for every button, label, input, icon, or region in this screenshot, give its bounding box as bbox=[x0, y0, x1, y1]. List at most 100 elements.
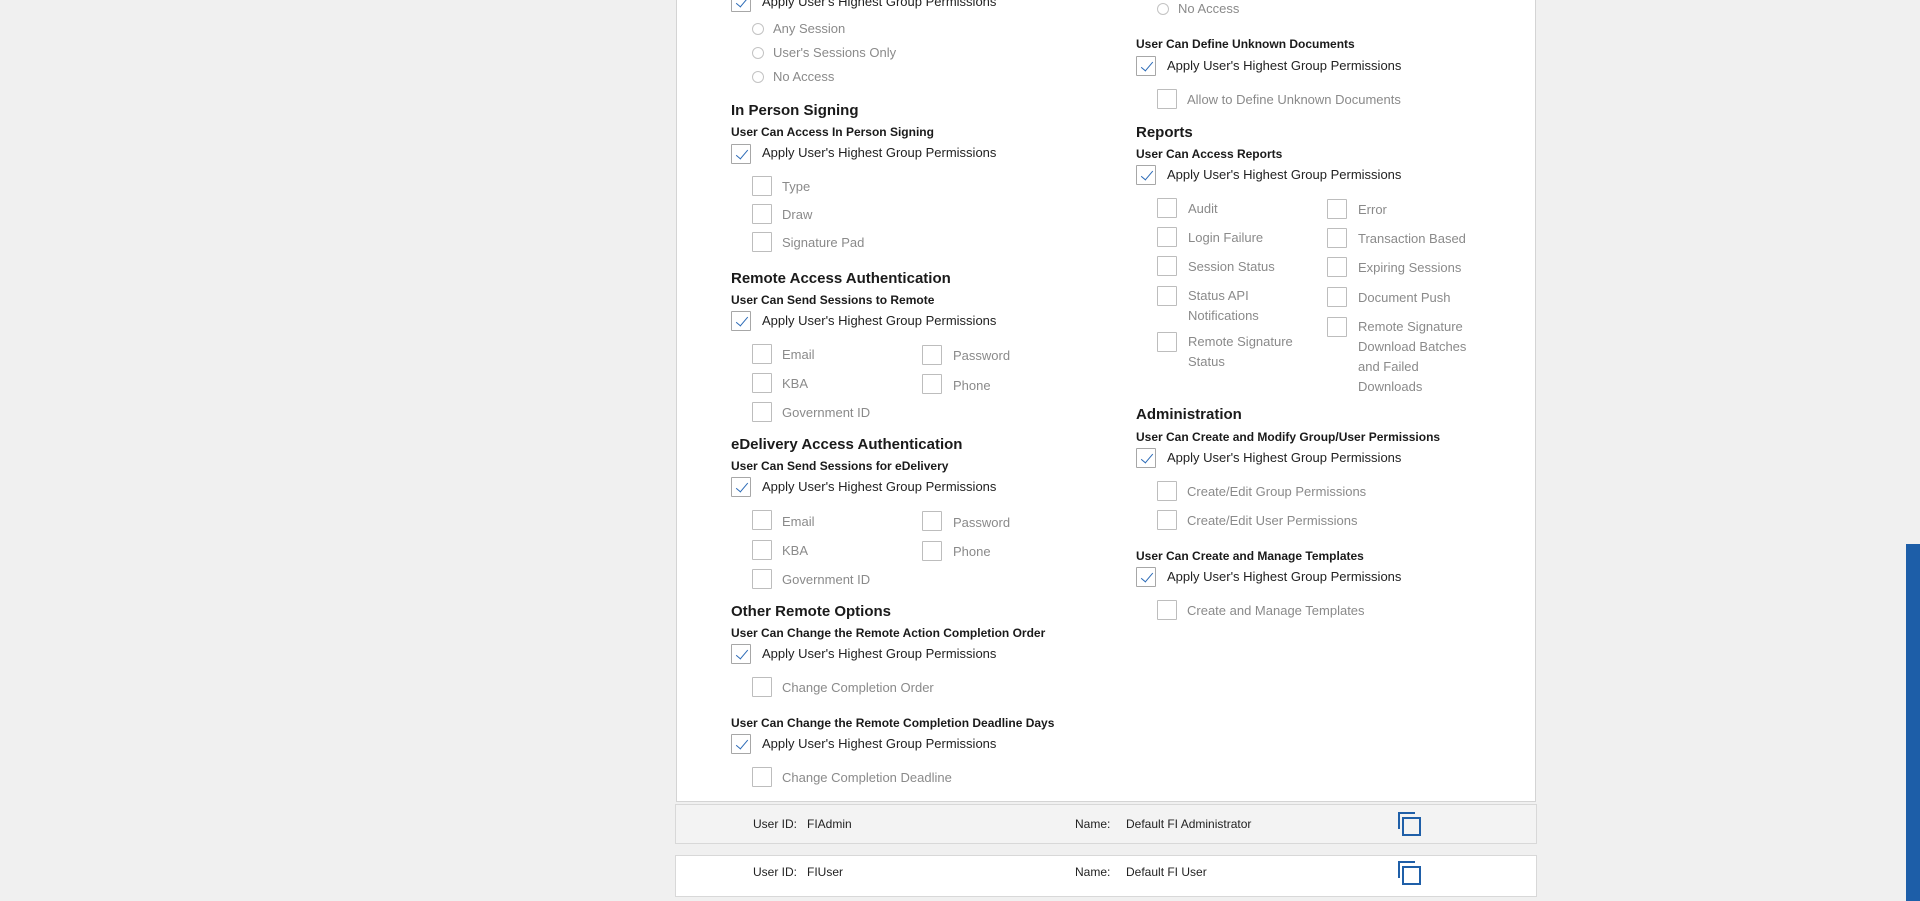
apply-highest-label-completion-deadline: Apply User's Highest Group Permissions bbox=[762, 736, 997, 751]
checkbox-change-completion-order[interactable] bbox=[752, 677, 772, 697]
subtitle-completion-order: User Can Change the Remote Action Comple… bbox=[731, 626, 1046, 640]
apply-highest-label-reports: Apply User's Highest Group Permissions bbox=[1167, 167, 1402, 182]
user-name-label: Name: bbox=[1075, 817, 1111, 831]
checkbox-create-edit-group[interactable] bbox=[1157, 481, 1177, 501]
checkbox-report-status-api[interactable] bbox=[1157, 286, 1177, 306]
apply-highest-checkbox-top[interactable] bbox=[731, 0, 751, 12]
radio-any-session[interactable] bbox=[752, 23, 764, 35]
apply-highest-checkbox-templates[interactable] bbox=[1136, 567, 1156, 587]
label-report-login-failure: Login Failure bbox=[1188, 230, 1264, 245]
apply-highest-checkbox-completion-order[interactable] bbox=[731, 644, 751, 664]
subtitle-in-person-signing: User Can Access In Person Signing bbox=[731, 125, 934, 139]
user-name-label: Name: bbox=[1075, 865, 1111, 879]
label-draw: Draw bbox=[782, 207, 813, 222]
checkbox-remote-password[interactable] bbox=[922, 345, 942, 365]
checkbox-edelivery-kba[interactable] bbox=[752, 540, 772, 560]
checkbox-report-remote-signature-download[interactable] bbox=[1327, 317, 1347, 337]
checkbox-report-remote-signature-status[interactable] bbox=[1157, 332, 1177, 352]
checkbox-report-error[interactable] bbox=[1327, 199, 1347, 219]
label-type: Type bbox=[782, 179, 811, 194]
checkbox-report-login-failure[interactable] bbox=[1157, 227, 1177, 247]
checkbox-change-completion-deadline[interactable] bbox=[752, 767, 772, 787]
section-title-remote-auth: Remote Access Authentication bbox=[731, 270, 951, 287]
checkbox-report-transaction-based[interactable] bbox=[1327, 228, 1347, 248]
checkbox-edelivery-email[interactable] bbox=[752, 510, 772, 530]
label-remote-email: Email bbox=[782, 347, 815, 362]
apply-highest-label-administration: Apply User's Highest Group Permissions bbox=[1167, 450, 1402, 465]
checkbox-draw[interactable] bbox=[752, 204, 772, 224]
user-row-fiuser[interactable]: User ID: FIUser Name: Default FI User bbox=[675, 855, 1537, 897]
checkbox-remote-kba[interactable] bbox=[752, 373, 772, 393]
label-report-session-status: Session Status bbox=[1188, 259, 1275, 274]
checkbox-remote-phone[interactable] bbox=[922, 374, 942, 394]
checkbox-edelivery-password[interactable] bbox=[922, 511, 942, 531]
apply-highest-label-remote-auth: Apply User's Highest Group Permissions bbox=[762, 313, 997, 328]
user-id-value: FIUser bbox=[807, 865, 843, 879]
checkbox-signature-pad[interactable] bbox=[752, 232, 772, 252]
apply-highest-checkbox-administration[interactable] bbox=[1136, 448, 1156, 468]
label-change-completion-order: Change Completion Order bbox=[782, 680, 934, 695]
label-create-edit-user: Create/Edit User Permissions bbox=[1187, 513, 1358, 528]
checkbox-allow-unknown-docs[interactable] bbox=[1157, 89, 1177, 109]
user-id-value: FIAdmin bbox=[807, 817, 852, 831]
subtitle-edelivery-auth: User Can Send Sessions for eDelivery bbox=[731, 459, 949, 473]
checkbox-report-session-status[interactable] bbox=[1157, 256, 1177, 276]
apply-highest-checkbox-in-person[interactable] bbox=[731, 144, 751, 164]
section-title-reports: Reports bbox=[1136, 124, 1193, 141]
label-change-completion-deadline: Change Completion Deadline bbox=[782, 770, 952, 785]
user-id-label: User ID: bbox=[753, 865, 798, 879]
checkbox-report-expiring-sessions[interactable] bbox=[1327, 257, 1347, 277]
checkbox-remote-email[interactable] bbox=[752, 344, 772, 364]
checkbox-create-manage-templates[interactable] bbox=[1157, 600, 1177, 620]
label-remote-phone: Phone bbox=[953, 378, 991, 393]
user-name-value: Default FI Administrator bbox=[1126, 817, 1252, 831]
checkbox-edelivery-phone[interactable] bbox=[922, 541, 942, 561]
apply-highest-checkbox-edelivery[interactable] bbox=[731, 477, 751, 497]
label-report-audit: Audit bbox=[1188, 201, 1218, 216]
apply-highest-checkbox-reports[interactable] bbox=[1136, 165, 1156, 185]
label-report-remote-signature-status: Remote Signature Status bbox=[1188, 334, 1293, 369]
apply-highest-checkbox-unknown-docs[interactable] bbox=[1136, 56, 1156, 76]
label-report-expiring-sessions: Expiring Sessions bbox=[1358, 260, 1462, 275]
copy-icon[interactable] bbox=[1398, 861, 1422, 887]
label-remote-kba: KBA bbox=[782, 376, 809, 391]
radio-no-access-right[interactable] bbox=[1157, 3, 1169, 15]
checkbox-type[interactable] bbox=[752, 176, 772, 196]
label-create-manage-templates: Create and Manage Templates bbox=[1187, 603, 1365, 618]
radio-label-any-session: Any Session bbox=[773, 21, 846, 36]
copy-icon[interactable] bbox=[1398, 812, 1422, 838]
user-id-label: User ID: bbox=[753, 817, 798, 831]
checkbox-create-edit-user[interactable] bbox=[1157, 510, 1177, 530]
subtitle-completion-deadline: User Can Change the Remote Completion De… bbox=[731, 716, 1055, 730]
section-title-in-person-signing: In Person Signing bbox=[731, 102, 859, 119]
section-title-administration: Administration bbox=[1136, 406, 1242, 423]
label-create-edit-group: Create/Edit Group Permissions bbox=[1187, 484, 1367, 499]
section-title-other-remote: Other Remote Options bbox=[731, 603, 892, 620]
label-report-error: Error bbox=[1358, 202, 1387, 217]
subtitle-reports: User Can Access Reports bbox=[1136, 147, 1283, 161]
label-edelivery-government-id: Government ID bbox=[782, 572, 871, 587]
radio-no-access[interactable] bbox=[752, 71, 764, 83]
apply-highest-label-completion-order: Apply User's Highest Group Permissions bbox=[762, 646, 997, 661]
checkbox-report-document-push[interactable] bbox=[1327, 287, 1347, 307]
subtitle-unknown-documents: User Can Define Unknown Documents bbox=[1136, 37, 1355, 51]
label-edelivery-password: Password bbox=[953, 515, 1011, 530]
checkbox-edelivery-government-id[interactable] bbox=[752, 569, 772, 589]
apply-highest-label-templates: Apply User's Highest Group Permissions bbox=[1167, 569, 1402, 584]
checkbox-report-audit[interactable] bbox=[1157, 198, 1177, 218]
radio-label-no-access-right: No Access bbox=[1178, 1, 1240, 16]
checkbox-remote-government-id[interactable] bbox=[752, 402, 772, 422]
apply-highest-checkbox-remote-auth[interactable] bbox=[731, 311, 751, 331]
radio-users-sessions-only[interactable] bbox=[752, 47, 764, 59]
label-remote-government-id: Government ID bbox=[782, 405, 871, 420]
label-report-transaction-based: Transaction Based bbox=[1358, 231, 1466, 246]
label-signature-pad: Signature Pad bbox=[782, 235, 865, 250]
user-row-fiadmin[interactable]: User ID: FIAdmin Name: Default FI Admini… bbox=[675, 804, 1537, 844]
label-edelivery-phone: Phone bbox=[953, 544, 991, 559]
apply-highest-checkbox-completion-deadline[interactable] bbox=[731, 734, 751, 754]
label-edelivery-email: Email bbox=[782, 514, 815, 529]
scrollbar-thumb[interactable] bbox=[1906, 544, 1920, 901]
subtitle-remote-auth: User Can Send Sessions to Remote bbox=[731, 293, 935, 307]
radio-label-no-access: No Access bbox=[773, 69, 835, 84]
label-edelivery-kba: KBA bbox=[782, 543, 809, 558]
